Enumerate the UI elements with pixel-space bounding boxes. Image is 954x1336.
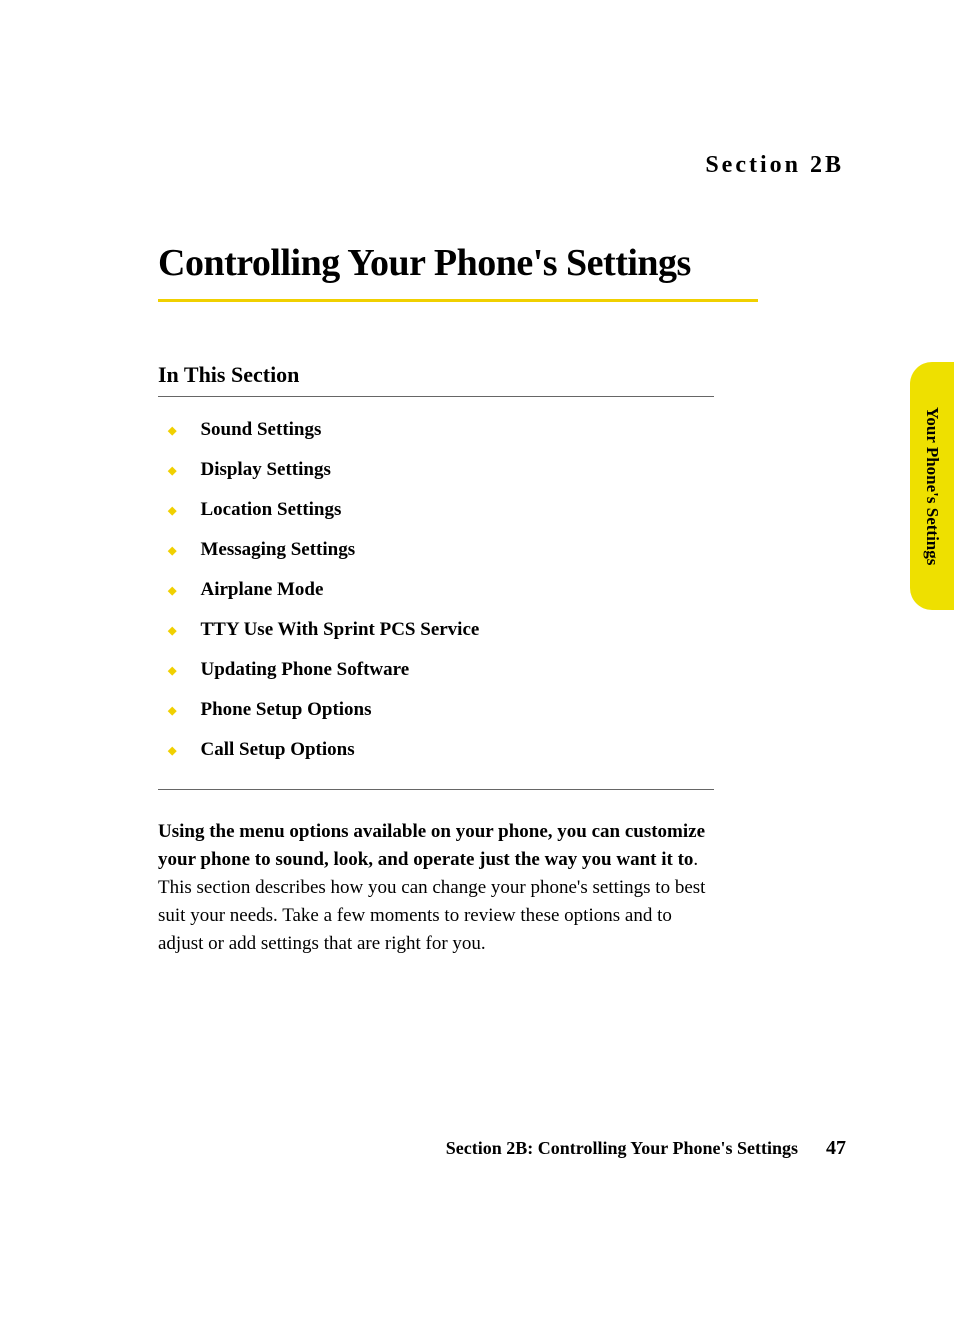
diamond-icon: ◆ [168, 504, 176, 517]
list-item: ◆ TTY Use With Sprint PCS Service [158, 619, 854, 641]
list-item-label: Location Settings [200, 499, 341, 521]
body-bold-text: Using the menu options available on your… [158, 821, 705, 870]
toc-list: ◆ Sound Settings ◆ Display Settings ◆ Locat… [158, 419, 854, 761]
body-paragraph: Using the menu options available on your… [158, 818, 718, 959]
list-item-label: Sound Settings [200, 419, 321, 441]
list-item: ◆ Airplane Mode [158, 579, 854, 601]
list-item-label: TTY Use With Sprint PCS Service [200, 619, 479, 641]
heading-underline [158, 299, 758, 302]
main-heading: Controlling Your Phone's Settings [158, 241, 854, 285]
diamond-icon: ◆ [168, 624, 176, 637]
list-item: ◆ Call Setup Options [158, 739, 854, 761]
diamond-icon: ◆ [168, 704, 176, 717]
footer-text: Section 2B: Controlling Your Phone's Set… [446, 1138, 798, 1159]
subheading-underline [158, 396, 714, 397]
page-footer: Section 2B: Controlling Your Phone's Set… [446, 1137, 846, 1160]
list-item: ◆ Sound Settings [158, 419, 854, 441]
diamond-icon: ◆ [168, 584, 176, 597]
list-item: ◆ Updating Phone Software [158, 659, 854, 681]
page-number: 47 [826, 1137, 846, 1160]
section-label: Section 2B [158, 152, 854, 179]
list-item: ◆ Display Settings [158, 459, 854, 481]
bottom-divider [158, 789, 714, 790]
side-tab-label: Your Phone's Settings [922, 407, 942, 565]
list-item-label: Airplane Mode [200, 579, 323, 601]
list-item-label: Display Settings [200, 459, 330, 481]
diamond-icon: ◆ [168, 464, 176, 477]
in-this-section-heading: In This Section [158, 362, 854, 388]
diamond-icon: ◆ [168, 664, 176, 677]
list-item-label: Phone Setup Options [200, 699, 371, 721]
diamond-icon: ◆ [168, 424, 176, 437]
list-item: ◆ Messaging Settings [158, 539, 854, 561]
side-tab: Your Phone's Settings [910, 362, 954, 610]
list-item-label: Updating Phone Software [200, 659, 409, 681]
list-item: ◆ Phone Setup Options [158, 699, 854, 721]
list-item: ◆ Location Settings [158, 499, 854, 521]
diamond-icon: ◆ [168, 744, 176, 757]
diamond-icon: ◆ [168, 544, 176, 557]
list-item-label: Call Setup Options [200, 739, 354, 761]
list-item-label: Messaging Settings [200, 539, 355, 561]
